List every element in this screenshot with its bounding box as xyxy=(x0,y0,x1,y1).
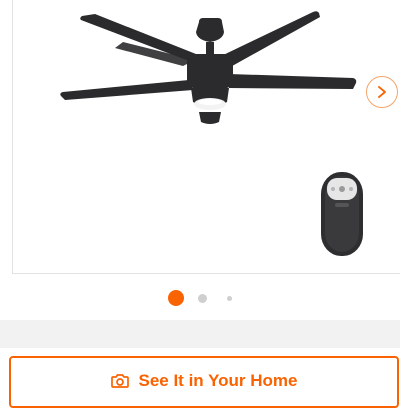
next-image-button[interactable] xyxy=(366,76,398,108)
pagination-dot-active[interactable] xyxy=(168,290,184,306)
product-image-gallery[interactable] xyxy=(12,0,400,274)
section-divider xyxy=(0,320,400,348)
pagination-dot[interactable] xyxy=(198,293,207,303)
see-it-in-your-home-label: See It in Your Home xyxy=(138,371,298,390)
chevron-right-icon xyxy=(378,86,386,98)
product-image[interactable] xyxy=(13,0,400,274)
remote-control-illustration xyxy=(321,172,363,256)
see-it-in-your-home-button[interactable]: See It in Your Home xyxy=(9,356,399,408)
camera-icon xyxy=(111,374,130,388)
carousel-pagination xyxy=(0,289,400,307)
pagination-dot[interactable] xyxy=(227,295,232,301)
ceiling-fan-illustration xyxy=(60,11,357,124)
